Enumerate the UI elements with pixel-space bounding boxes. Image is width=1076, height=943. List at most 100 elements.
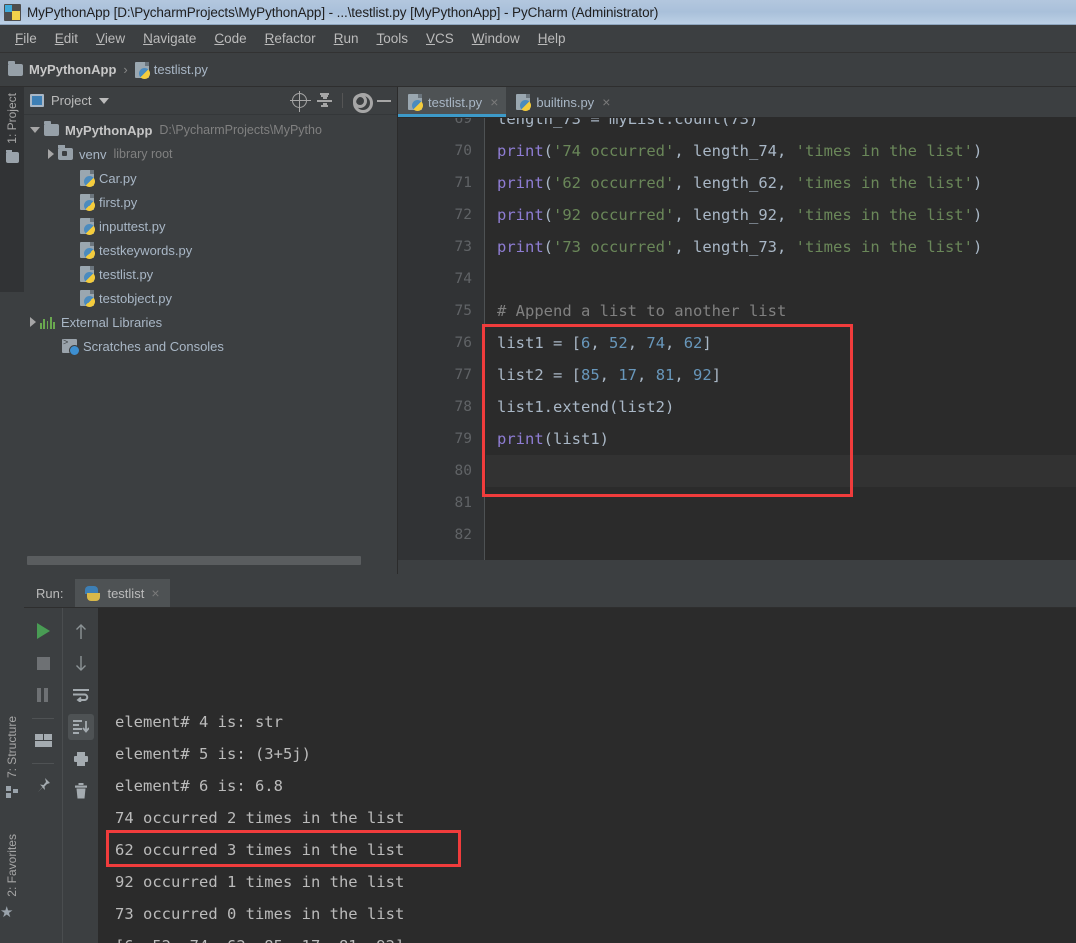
star-icon[interactable]: ★	[0, 905, 24, 920]
down-arrow-icon[interactable]	[68, 650, 94, 676]
project-tree[interactable]: MyPythonApp D:\PycharmProjects\MyPytho ven…	[24, 115, 397, 358]
close-icon[interactable]: ×	[151, 585, 159, 601]
line-number: 75	[454, 303, 472, 319]
soft-wrap-icon[interactable]	[68, 682, 94, 708]
tree-row[interactable]: testobject.py	[24, 286, 397, 310]
menu-item-window[interactable]: Window	[463, 29, 529, 48]
collapse-all-icon[interactable]	[317, 93, 332, 108]
menu-item-help[interactable]: Help	[529, 29, 575, 48]
code-line: print('73 occurred', length_73, 'times i…	[497, 231, 982, 263]
stop-icon[interactable]	[30, 650, 56, 676]
breadcrumb-file[interactable]: testlist.py	[134, 61, 208, 79]
scrollbar-thumb[interactable]	[27, 556, 361, 565]
tree-row-label: first.py	[99, 194, 138, 210]
chevron-right-icon[interactable]	[30, 317, 36, 327]
chevron-down-icon[interactable]	[30, 127, 40, 133]
menu-item-view[interactable]: View	[87, 29, 134, 48]
run-tab-testlist[interactable]: testlist ×	[75, 579, 170, 607]
code-token: ,	[627, 334, 647, 352]
code-text[interactable]: length_73 = myList.count(73) print('74 oc…	[486, 118, 1076, 574]
code-line: # Append a list to another list	[497, 295, 786, 327]
code-line: list1 = [6, 52, 74, 62]	[497, 327, 712, 359]
python-file-icon	[516, 94, 532, 111]
menu-item-run[interactable]: Run	[325, 29, 368, 48]
tree-row[interactable]: MyPythonApp D:\PycharmProjects\MyPytho	[24, 118, 397, 142]
code-token: print	[497, 206, 544, 224]
menu-item-refactor[interactable]: Refactor	[256, 29, 325, 48]
line-number: 79	[454, 431, 472, 447]
menu-item-edit[interactable]: Edit	[46, 29, 87, 48]
close-icon[interactable]: ×	[490, 94, 498, 110]
layout-icon[interactable]	[30, 727, 56, 753]
code-token: print	[497, 174, 544, 192]
up-arrow-glyph	[75, 623, 86, 639]
toolbar-divider	[32, 763, 54, 764]
trash-icon[interactable]	[68, 778, 94, 804]
sidebar-item-favorites[interactable]: 2: Favorites	[5, 834, 19, 897]
python-file-icon	[80, 290, 95, 307]
pause-icon[interactable]	[30, 682, 56, 708]
editor-tab-testlist-py[interactable]: testlist.py ×	[398, 87, 507, 117]
locate-icon[interactable]	[290, 91, 311, 112]
tree-row[interactable]: Scratches and Consoles	[24, 334, 397, 358]
print-icon[interactable]	[68, 746, 94, 772]
editor-area: testlist.py × builtins.py × 69 70 71 72 73 74 75 7…	[398, 87, 1076, 574]
tree-row[interactable]: testkeywords.py	[24, 238, 397, 262]
line-number: 77	[454, 367, 472, 383]
code-token: 'times in the list'	[795, 174, 973, 192]
sidebar-item-project[interactable]: 1: Project	[5, 93, 19, 144]
chevron-down-icon[interactable]	[99, 97, 110, 104]
folder-icon	[44, 121, 59, 136]
tree-row-label: testkeywords.py	[99, 242, 193, 258]
tree-row[interactable]: venv library root	[24, 142, 397, 166]
line-number: 69	[454, 118, 472, 127]
editor-tab-builtins-py[interactable]: builtins.py ×	[506, 87, 619, 117]
tree-row-label: MyPythonApp	[65, 122, 153, 138]
code-token: (	[543, 206, 554, 224]
menu-item-navigate[interactable]: Navigate	[134, 29, 205, 48]
code-token: , length_74,	[674, 142, 796, 160]
menu-item-code[interactable]: Code	[205, 29, 255, 48]
tree-row-label: testobject.py	[99, 290, 172, 306]
tree-row[interactable]: testlist.py	[24, 262, 397, 286]
down-arrow-glyph	[75, 655, 86, 671]
menu-item-file[interactable]: File	[6, 29, 46, 48]
venv-folder-icon	[58, 145, 73, 160]
breadcrumb-project[interactable]: MyPythonApp	[8, 60, 116, 77]
project-horizontal-scrollbar[interactable]	[24, 555, 398, 566]
python-file-icon	[80, 218, 95, 235]
code-token: # Append a list to another list	[497, 302, 787, 320]
python-file-icon	[80, 194, 95, 211]
code-token: list1 = [	[497, 334, 581, 352]
close-icon[interactable]: ×	[602, 94, 610, 110]
code-editor[interactable]: 69 70 71 72 73 74 75 76 77 78 79 80 81 82 length_73 =…	[398, 118, 1076, 574]
tree-row[interactable]: External Libraries	[24, 310, 397, 334]
structure-icon[interactable]	[5, 786, 19, 799]
tree-row[interactable]: first.py	[24, 190, 397, 214]
code-line: list1.extend(list2)	[497, 391, 674, 423]
minimize-icon[interactable]	[377, 99, 391, 102]
menu-item-tools[interactable]: Tools	[367, 29, 417, 48]
code-token: (	[543, 238, 554, 256]
code-token: print	[497, 142, 544, 160]
chevron-right-icon[interactable]	[48, 149, 54, 159]
pin-icon[interactable]	[30, 772, 56, 798]
run-panel-label: Run:	[36, 585, 64, 601]
up-arrow-icon[interactable]	[68, 618, 94, 644]
sidebar-item-structure[interactable]: 7: Structure	[5, 716, 19, 778]
tree-row[interactable]: inputtest.py	[24, 214, 397, 238]
console-line: element# 6 is: 6.8	[115, 777, 283, 795]
console-line: 92 occurred 1 times in the list	[115, 873, 405, 891]
tree-row-label: inputtest.py	[99, 218, 166, 234]
settings-gear-icon[interactable]	[353, 93, 367, 108]
breadcrumb: MyPythonApp › testlist.py	[0, 53, 1076, 87]
tree-row[interactable]: Car.py	[24, 166, 397, 190]
code-token: ,	[665, 334, 684, 352]
scroll-to-end-icon[interactable]	[67, 714, 94, 740]
menu-item-vcs[interactable]: VCS	[417, 29, 463, 48]
code-token: 81	[655, 366, 675, 384]
line-number: 74	[454, 271, 472, 287]
run-icon[interactable]	[30, 618, 56, 644]
console-output[interactable]: element# 4 is: str element# 5 is: (3+5j) e…	[98, 608, 1076, 943]
folder-icon[interactable]	[5, 149, 19, 163]
